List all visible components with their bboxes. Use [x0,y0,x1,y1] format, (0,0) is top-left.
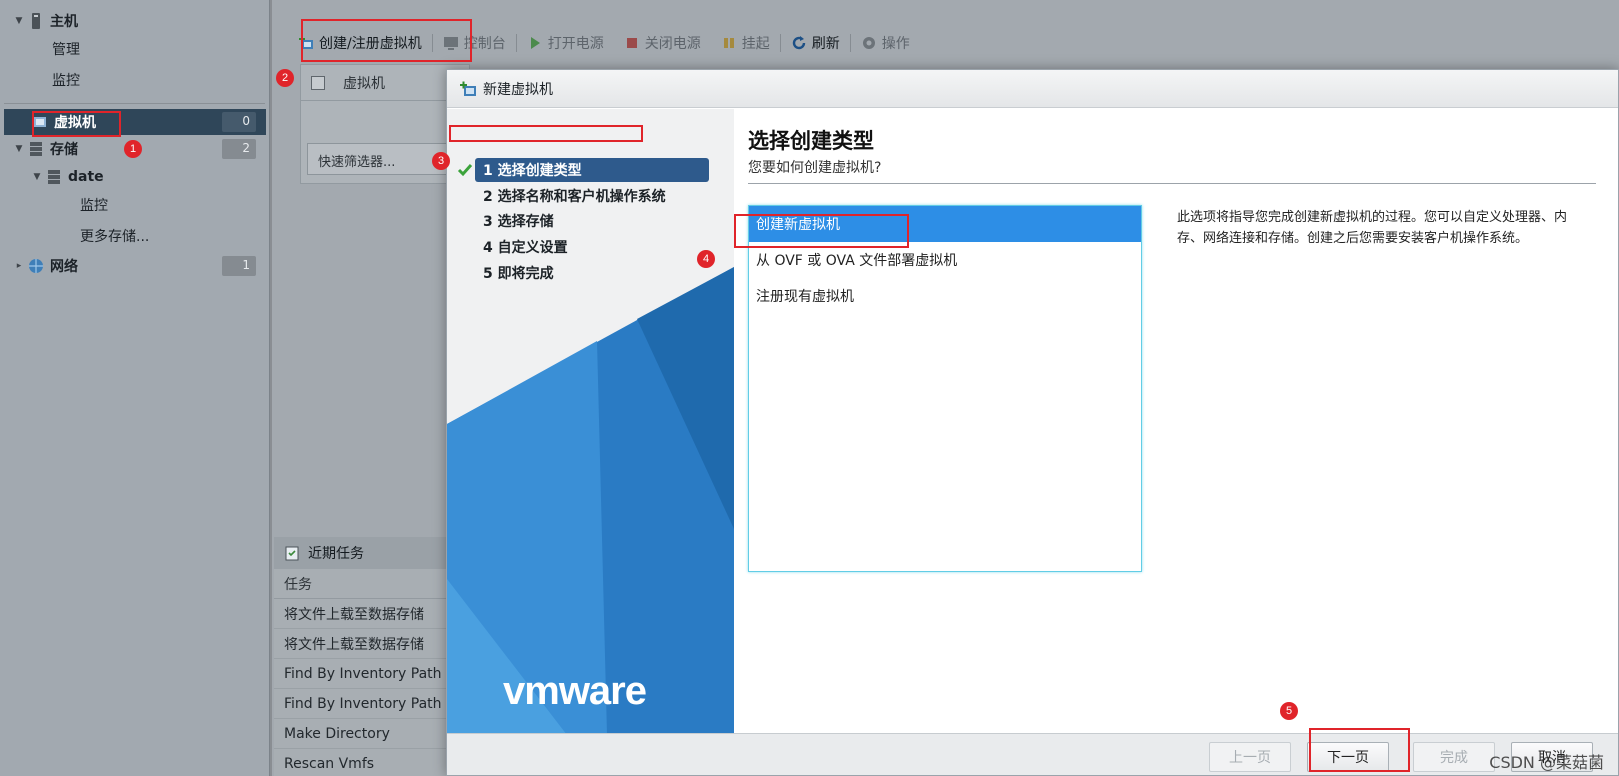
nav-host-manage[interactable]: 管理 [52,36,80,62]
nav-datastore[interactable]: ▼ date [30,164,104,190]
nav-datastore-label: date [68,169,104,185]
nav-network[interactable]: ▸ 网络 1 [12,253,266,279]
page-question: 您要如何创建虚拟机? [748,160,882,176]
expand-triangle-icon[interactable]: ▼ [12,144,26,154]
suspend-label: 挂起 [741,36,770,52]
wizard-content: 选择创建类型 您要如何创建虚拟机? 创建新虚拟机 从 OVF 或 OVA 文件部… [734,109,1618,735]
page-title: 选择创建类型 [748,129,874,153]
checkmark-icon [457,164,473,177]
nav-ds-monitor-label: 监控 [80,198,108,214]
creation-type-list[interactable]: 创建新虚拟机 从 OVF 或 OVA 文件部署虚拟机 注册现有虚拟机 [748,205,1142,572]
annotation-box-step1 [449,125,643,142]
grid-col-vm[interactable]: 虚拟机 [343,73,385,93]
annotation-badge-1: 1 [124,140,142,158]
annotation-box-option [734,214,909,248]
gear-icon [862,37,875,49]
nav-host[interactable]: ▼ 主机 [12,8,78,34]
power-on-label: 打开电源 [547,36,604,52]
wizard-step-3[interactable]: 3 选择存储 [483,209,554,233]
wizard-step-2[interactable]: 2 选择名称和客户机操作系统 [483,184,666,208]
storage-icon [30,142,42,156]
tasks-clipboard-icon [285,546,299,561]
vms-count-badge: 0 [222,112,256,132]
power-off-label: 关闭电源 [644,36,701,52]
nav-manage-label: 管理 [52,42,80,58]
task-row[interactable]: 将文件上载至数据存储 [274,599,474,629]
task-row[interactable]: 将文件上载至数据存储 [274,629,474,659]
wizard-step-5[interactable]: 5 即将完成 [483,261,554,285]
network-globe-icon [29,259,43,273]
annotation-badge-4: 4 [697,250,715,268]
recent-tasks-header[interactable]: 近期任务 [274,537,474,569]
option-register-existing-vm[interactable]: 注册现有虚拟机 [749,278,1141,314]
sidebar-divider [4,103,265,104]
storage-count-badge: 2 [222,139,256,159]
dialog-footer: 上一页 下一页 完成 取消 CSDN @菜菇菌 [447,733,1618,775]
actions-label: 操作 [881,36,910,52]
recent-tasks-title: 近期任务 [308,546,364,562]
annotation-box-create [301,19,472,62]
expand-triangle-icon[interactable]: ▼ [12,16,26,26]
vmware-logo: vmware [503,669,647,713]
annotation-badge-5: 5 [1280,702,1298,720]
new-vm-icon [460,81,476,96]
wizard-steps-panel: 1 选择创建类型 2 选择名称和客户机操作系统 3 选择存储 4 自定义设置 5… [447,109,734,735]
wizard-step-4[interactable]: 4 自定义设置 [483,235,568,259]
csdn-watermark: CSDN @菜菇菌 [1489,753,1604,772]
finish-button[interactable]: 完成 [1413,742,1495,772]
task-row[interactable]: Make Directory [274,719,474,749]
collapse-triangle-icon[interactable]: ▸ [12,261,26,271]
nav-monitor-label: 监控 [52,73,80,89]
recent-tasks-panel: 近期任务 任务 将文件上载至数据存储 将文件上载至数据存储 Find By In… [274,537,474,776]
power-off-button[interactable]: 关闭电源 [614,28,711,58]
play-icon [530,37,540,49]
datastore-icon [48,170,60,184]
suspend-button[interactable]: 挂起 [711,28,780,58]
tasks-col-task[interactable]: 任务 [274,569,474,599]
annotation-badge-2: 2 [276,69,294,87]
wizard-step-1[interactable]: 1 选择创建类型 [475,158,709,182]
prev-button[interactable]: 上一页 [1209,742,1291,772]
refresh-button[interactable]: 刷新 [781,28,850,58]
pause-icon [723,38,734,48]
annotation-box-vms [32,111,121,137]
annotation-badge-3: 3 [432,152,450,170]
nav-datastore-monitor[interactable]: 监控 [80,192,108,218]
host-icon [32,13,40,29]
nav-host-label: 主机 [50,14,78,30]
power-on-button[interactable]: 打开电源 [517,28,614,58]
nav-more-storage-label: 更多存储... [80,229,150,245]
select-all-checkbox[interactable] [311,75,325,90]
refresh-icon [792,36,805,50]
refresh-label: 刷新 [811,36,840,52]
new-vm-dialog: 新建虚拟机 1 选择创建类型 2 选择名称和客户机操作系统 3 选择存储 4 自… [446,69,1619,776]
nav-network-label: 网络 [50,259,78,275]
nav-host-monitor[interactable]: 监控 [52,67,80,93]
title-divider [748,183,1596,184]
stop-icon [626,38,637,48]
task-row[interactable]: Find By Inventory Path [274,689,474,719]
task-row[interactable]: Find By Inventory Path [274,659,474,689]
dialog-title: 新建虚拟机 [483,81,553,98]
nav-storage-label: 存储 [50,142,78,158]
dialog-titlebar[interactable]: 新建虚拟机 [447,70,1618,108]
expand-triangle-icon[interactable]: ▼ [30,172,44,182]
grid-header: 虚拟机 [301,65,469,101]
option-description: 此选项将指导您完成创建新虚拟机的过程。您可以自定义处理器、内存、网络连接和存储。… [1177,210,1568,246]
nav-more-storage[interactable]: 更多存储... [80,223,149,249]
network-count-badge: 1 [222,256,256,276]
actions-button[interactable]: 操作 [851,28,920,58]
annotation-box-next [1309,728,1410,772]
task-row[interactable]: Rescan Vmfs [274,749,474,776]
